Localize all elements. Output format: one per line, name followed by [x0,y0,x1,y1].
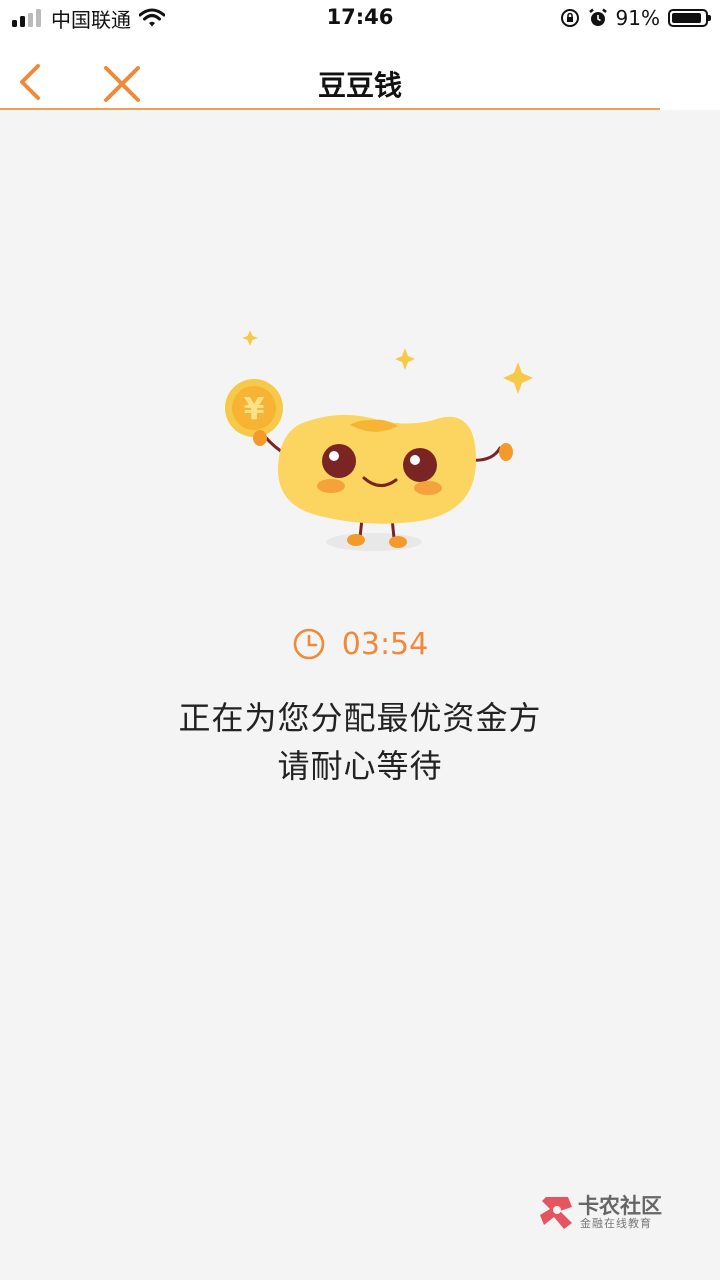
kanong-logo-icon [540,1197,572,1229]
clock-icon [293,628,325,660]
rotation-lock-icon [560,9,579,27]
alarm-icon [588,8,607,26]
watermark-logo: 卡农社区 金融在线教育 [538,1188,668,1234]
watermark-tagline: 金融在线教育 [580,1217,652,1230]
sparkle-icon [242,330,258,346]
nav-bar: 豆豆钱 [0,36,720,110]
status-bar: 中国联通 17:46 91% [0,0,720,36]
status-message: 正在为您分配最优资金方 [178,699,542,737]
bean-mascot-illustration: ¥ [225,330,533,551]
sparkle-icon [503,362,533,394]
countdown-text: 03:54 [341,626,429,662]
status-submessage: 请耐心等待 [277,747,443,785]
status-bar-right: 91% [560,5,711,31]
nav-divider [0,108,660,110]
svg-text:¥: ¥ [244,392,265,427]
sparkle-icon [395,348,415,370]
countdown-timer: 03:54 [0,622,720,666]
page-title: 豆豆钱 [317,69,402,102]
battery-icon [668,9,711,27]
battery-fill [672,13,702,23]
battery-percent: 91% [615,6,660,30]
